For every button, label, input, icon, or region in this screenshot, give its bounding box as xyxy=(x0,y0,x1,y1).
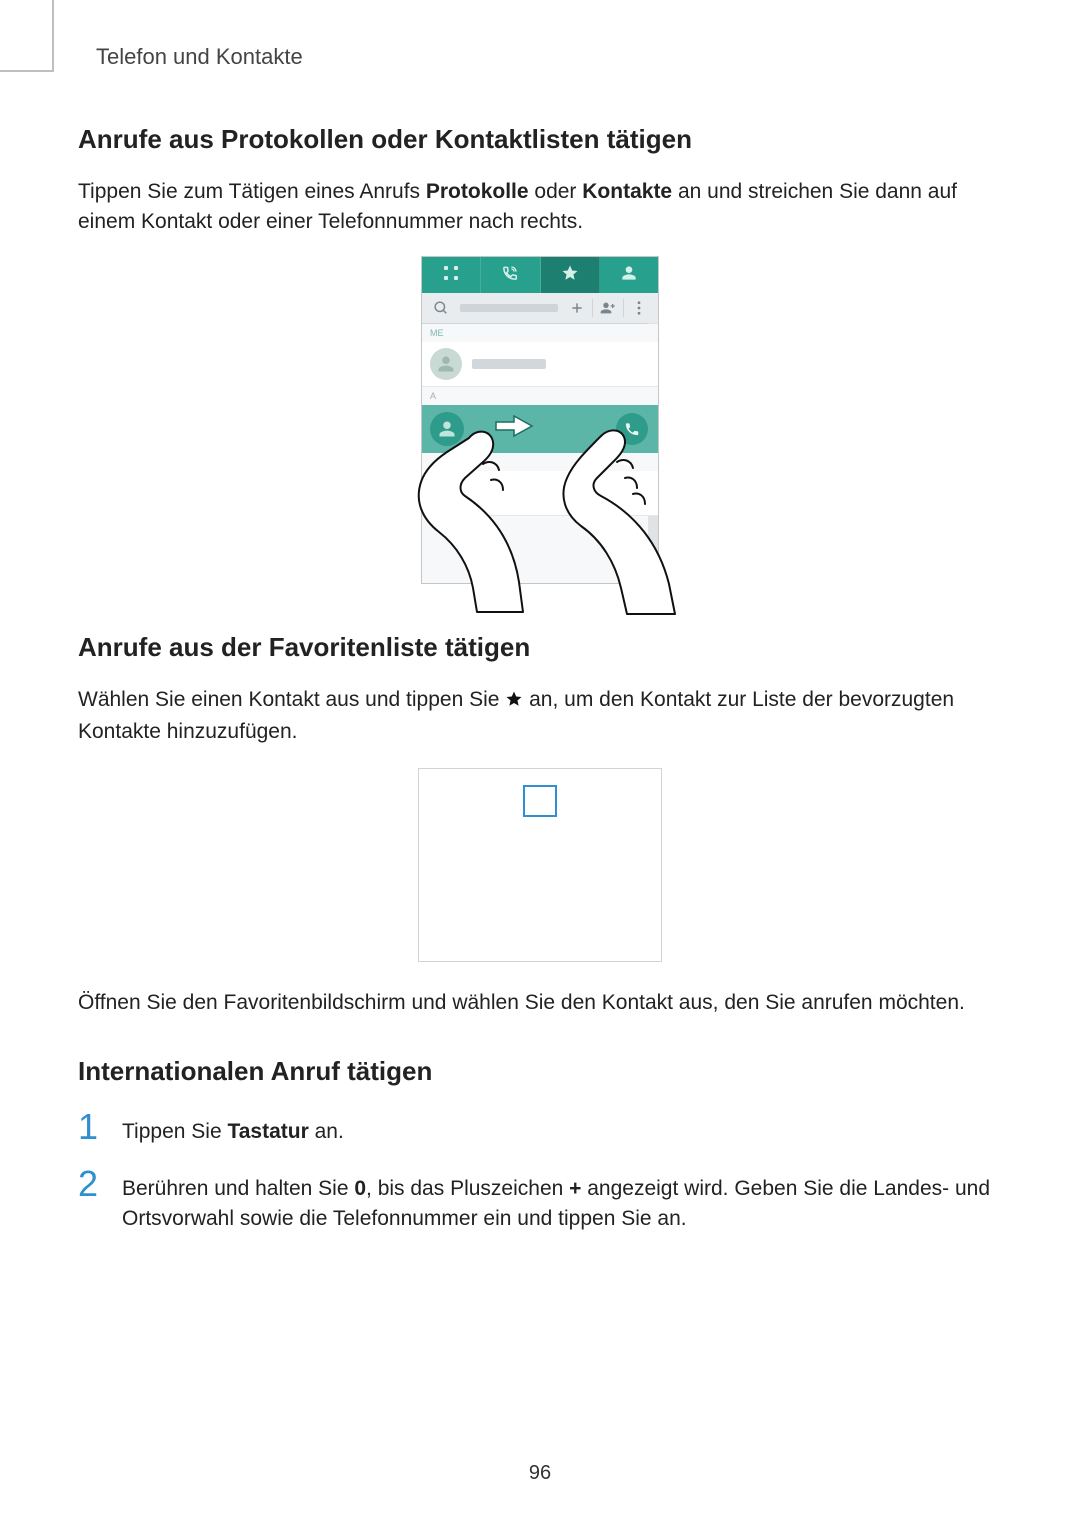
tab-keypad[interactable] xyxy=(422,257,481,293)
running-head: Telefon und Kontakte xyxy=(96,44,1002,70)
section2-title: Anrufe aus der Favoritenliste tätigen xyxy=(78,632,1002,663)
contact-name-placeholder xyxy=(472,359,546,369)
corner-mark-horizontal xyxy=(0,70,54,72)
section2-paragraph1: Wählen Sie einen Kontakt aus und tippen … xyxy=(78,685,1002,748)
avatar xyxy=(430,477,462,509)
section1-title: Anrufe aus Protokollen oder Kontaktliste… xyxy=(78,124,1002,155)
person-add-icon[interactable] xyxy=(595,293,621,323)
step-2: 2 Berühren und halten Sie 0, bis das Plu… xyxy=(78,1166,1002,1235)
step2-bold-0: 0 xyxy=(354,1177,366,1200)
phone-body: ME A xyxy=(421,256,659,584)
section1-text-pre: Tippen Sie zum Tätigen eines Anrufs xyxy=(78,180,426,203)
section1-paragraph: Tippen Sie zum Tätigen eines Anrufs Prot… xyxy=(78,177,1002,238)
corner-mark-vertical xyxy=(52,0,54,72)
step1-text-pre: Tippen Sie xyxy=(122,1120,227,1143)
group-label xyxy=(422,453,658,471)
call-icon[interactable] xyxy=(616,413,648,445)
plus-icon[interactable] xyxy=(564,293,590,323)
section1-bold-kontakte: Kontakte xyxy=(582,180,672,203)
search-icon[interactable] xyxy=(428,293,454,323)
step-number: 1 xyxy=(78,1109,122,1145)
phone-illustration: ME A xyxy=(421,256,659,594)
step-number: 2 xyxy=(78,1166,122,1202)
section1-bold-protokolle: Protokolle xyxy=(426,180,529,203)
favorites-illustration-marker xyxy=(523,785,557,817)
phone-illustration-wrap: ME A xyxy=(78,256,1002,594)
tab-logs[interactable] xyxy=(481,257,540,293)
section2-text-pre: Wählen Sie einen Kontakt aus und tippen … xyxy=(78,688,505,711)
toolbar-divider xyxy=(592,299,593,317)
toolbar xyxy=(422,293,658,324)
star-filled-icon xyxy=(505,687,523,717)
step2-bold-plus: + xyxy=(569,1177,581,1200)
swipe-row[interactable] xyxy=(422,405,658,453)
swipe-arrow-icon xyxy=(494,414,534,443)
page-number: 96 xyxy=(0,1462,1080,1485)
step-body: Tippen Sie Tastatur an. xyxy=(122,1109,1002,1147)
tab-row xyxy=(422,257,658,293)
star-icon xyxy=(561,264,579,285)
step2-text-post: an. xyxy=(657,1207,686,1230)
favorites-illustration-wrap xyxy=(78,768,1002,962)
favorites-illustration xyxy=(418,768,662,962)
swipe-avatar xyxy=(430,412,464,446)
contact-row[interactable] xyxy=(422,471,658,516)
step-body: Berühren und halten Sie 0, bis das Plusz… xyxy=(122,1166,1002,1235)
keypad-icon xyxy=(443,265,459,284)
tab-contacts[interactable] xyxy=(600,257,658,293)
step-1: 1 Tippen Sie Tastatur an. xyxy=(78,1109,1002,1147)
step2-text-mid1: , bis das Pluszeichen xyxy=(366,1177,569,1200)
group-label-a: A xyxy=(422,387,658,405)
more-vert-icon[interactable] xyxy=(626,293,652,323)
contacts-icon xyxy=(621,265,637,284)
section2-paragraph2: Öffnen Sie den Favoritenbildschirm und w… xyxy=(78,988,1002,1018)
step1-text-post: an. xyxy=(309,1120,344,1143)
section1-text-mid: oder xyxy=(529,180,583,203)
page: Telefon und Kontakte Anrufe aus Protokol… xyxy=(0,0,1080,1527)
logs-icon xyxy=(502,265,518,284)
contact-row[interactable] xyxy=(422,342,658,387)
contact-list: ME A xyxy=(422,324,658,516)
avatar xyxy=(430,348,462,380)
group-label-me: ME xyxy=(422,324,658,342)
section3-title: Internationalen Anruf tätigen xyxy=(78,1056,1002,1087)
step2-text-pre: Berühren und halten Sie xyxy=(122,1177,354,1200)
tab-favorites[interactable] xyxy=(541,257,600,293)
step1-bold: Tastatur xyxy=(227,1120,308,1143)
toolbar-divider xyxy=(623,299,624,317)
search-input[interactable] xyxy=(460,304,558,312)
